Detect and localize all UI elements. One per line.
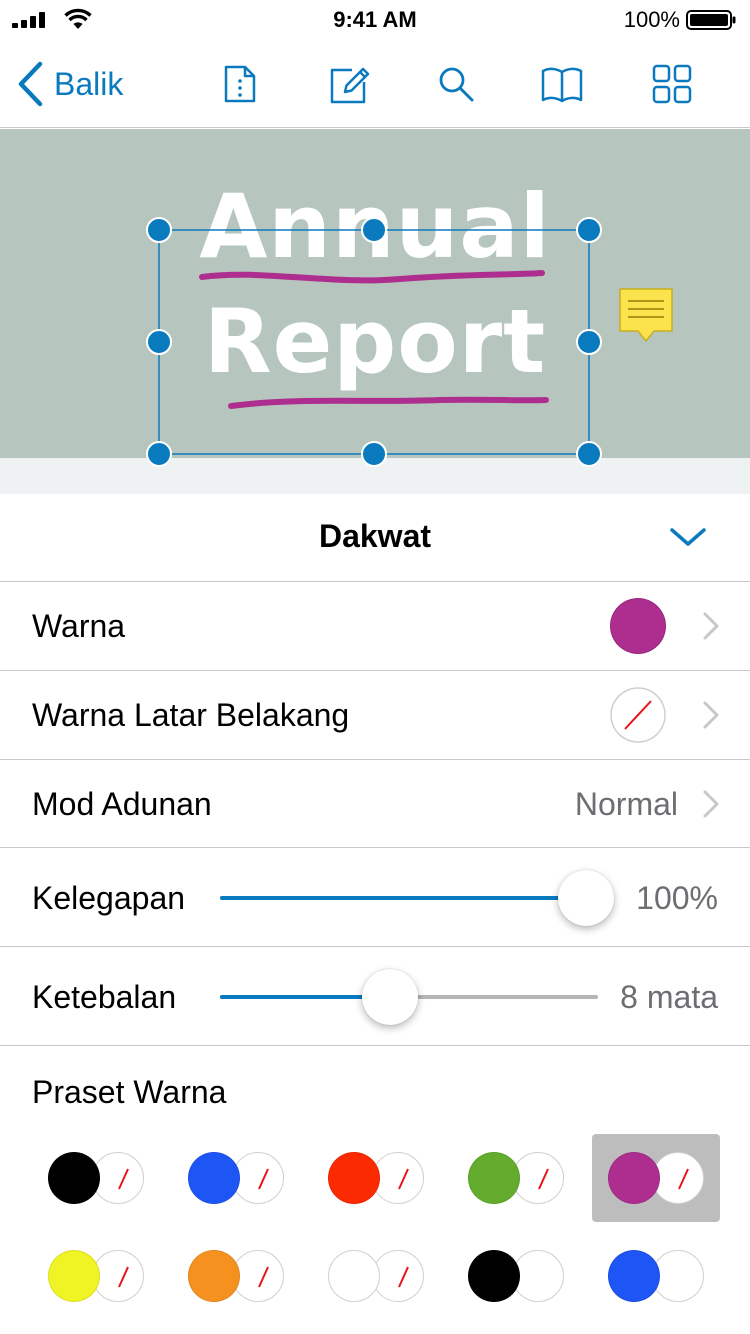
- slider-fill: [220, 896, 586, 900]
- background-color-label: Warna Latar Belakang: [32, 697, 350, 733]
- document-info-icon[interactable]: [218, 62, 262, 106]
- color-label: Warna: [32, 608, 126, 644]
- search-icon[interactable]: [434, 62, 478, 106]
- preset-ink-swatch: [188, 1250, 240, 1302]
- color-preset[interactable]: [32, 1134, 160, 1222]
- preset-ink-swatch: [188, 1152, 240, 1204]
- chevron-right-icon: [703, 612, 719, 640]
- chevron-right-icon: [703, 701, 719, 729]
- no-color-icon: [258, 1168, 269, 1190]
- no-color-swatch-icon: [610, 687, 666, 743]
- blend-mode-value: Normal: [574, 786, 678, 822]
- selection-handles: [146, 217, 602, 467]
- slider-thumb[interactable]: [558, 870, 614, 926]
- no-color-icon: [398, 1266, 409, 1288]
- preset-ink-swatch: [48, 1250, 100, 1302]
- color-preset[interactable]: [172, 1134, 300, 1222]
- thickness-slider[interactable]: [220, 967, 598, 1027]
- preset-ink-swatch: [468, 1250, 520, 1302]
- chevron-right-icon: [703, 790, 719, 818]
- color-preset[interactable]: [592, 1134, 720, 1222]
- status-bar: 9:41 AM 100%: [0, 0, 750, 40]
- preset-ink-swatch: [328, 1250, 380, 1302]
- thickness-label: Ketebalan: [32, 979, 177, 1015]
- opacity-slider[interactable]: [220, 868, 614, 928]
- document-view[interactable]: Annual Report: [0, 129, 750, 494]
- color-preset[interactable]: [452, 1134, 580, 1222]
- preset-ink-swatch: [48, 1152, 100, 1204]
- preset-ink-swatch: [328, 1152, 380, 1204]
- chevron-left-icon: [18, 61, 43, 107]
- bookmarks-book-icon[interactable]: [540, 62, 584, 106]
- color-swatch: [610, 598, 666, 654]
- color-preset[interactable]: [32, 1232, 160, 1320]
- panel-title: Dakwat: [318, 518, 432, 554]
- battery-icon: [686, 10, 736, 30]
- back-button[interactable]: Balik: [16, 60, 123, 108]
- slider-thumb[interactable]: [362, 969, 419, 1025]
- no-color-icon: [678, 1168, 689, 1190]
- no-color-icon: [118, 1266, 129, 1288]
- color-preset[interactable]: [312, 1134, 440, 1222]
- opacity-label: Kelegapan: [32, 880, 186, 916]
- chevron-down-icon[interactable]: [668, 522, 708, 552]
- color-preset[interactable]: [172, 1232, 300, 1320]
- no-color-icon: [258, 1266, 269, 1288]
- no-color-icon: [538, 1168, 549, 1190]
- color-preset[interactable]: [452, 1232, 580, 1320]
- blend-mode-label: Mod Adunan: [32, 786, 212, 822]
- blend-mode-row[interactable]: Mod Adunan Normal: [0, 760, 750, 848]
- color-row[interactable]: Warna: [0, 582, 750, 671]
- annotate-pencil-icon[interactable]: [328, 62, 372, 106]
- preset-ink-swatch: [468, 1152, 520, 1204]
- thickness-row: Ketebalan 8 mata: [0, 947, 750, 1046]
- opacity-row: Kelegapan 100%: [0, 848, 750, 947]
- opacity-value: 100%: [636, 880, 718, 916]
- battery-percentage: 100%: [623, 7, 680, 32]
- sticky-note-icon[interactable]: [618, 287, 674, 345]
- preset-ink-swatch: [608, 1152, 660, 1204]
- preset-ink-swatch: [608, 1250, 660, 1302]
- color-preset[interactable]: [592, 1232, 720, 1320]
- presets-label: Praset Warna: [32, 1074, 227, 1110]
- back-label: Balik: [54, 65, 124, 102]
- no-color-icon: [118, 1168, 129, 1190]
- thickness-value: 8 mata: [620, 979, 718, 1015]
- panel-header: Dakwat: [0, 494, 750, 582]
- color-preset[interactable]: [312, 1232, 440, 1320]
- no-color-icon: [398, 1168, 409, 1190]
- background-color-row[interactable]: Warna Latar Belakang: [0, 671, 750, 760]
- thumbnails-grid-icon[interactable]: [650, 62, 694, 106]
- toolbar: Balik: [0, 40, 750, 128]
